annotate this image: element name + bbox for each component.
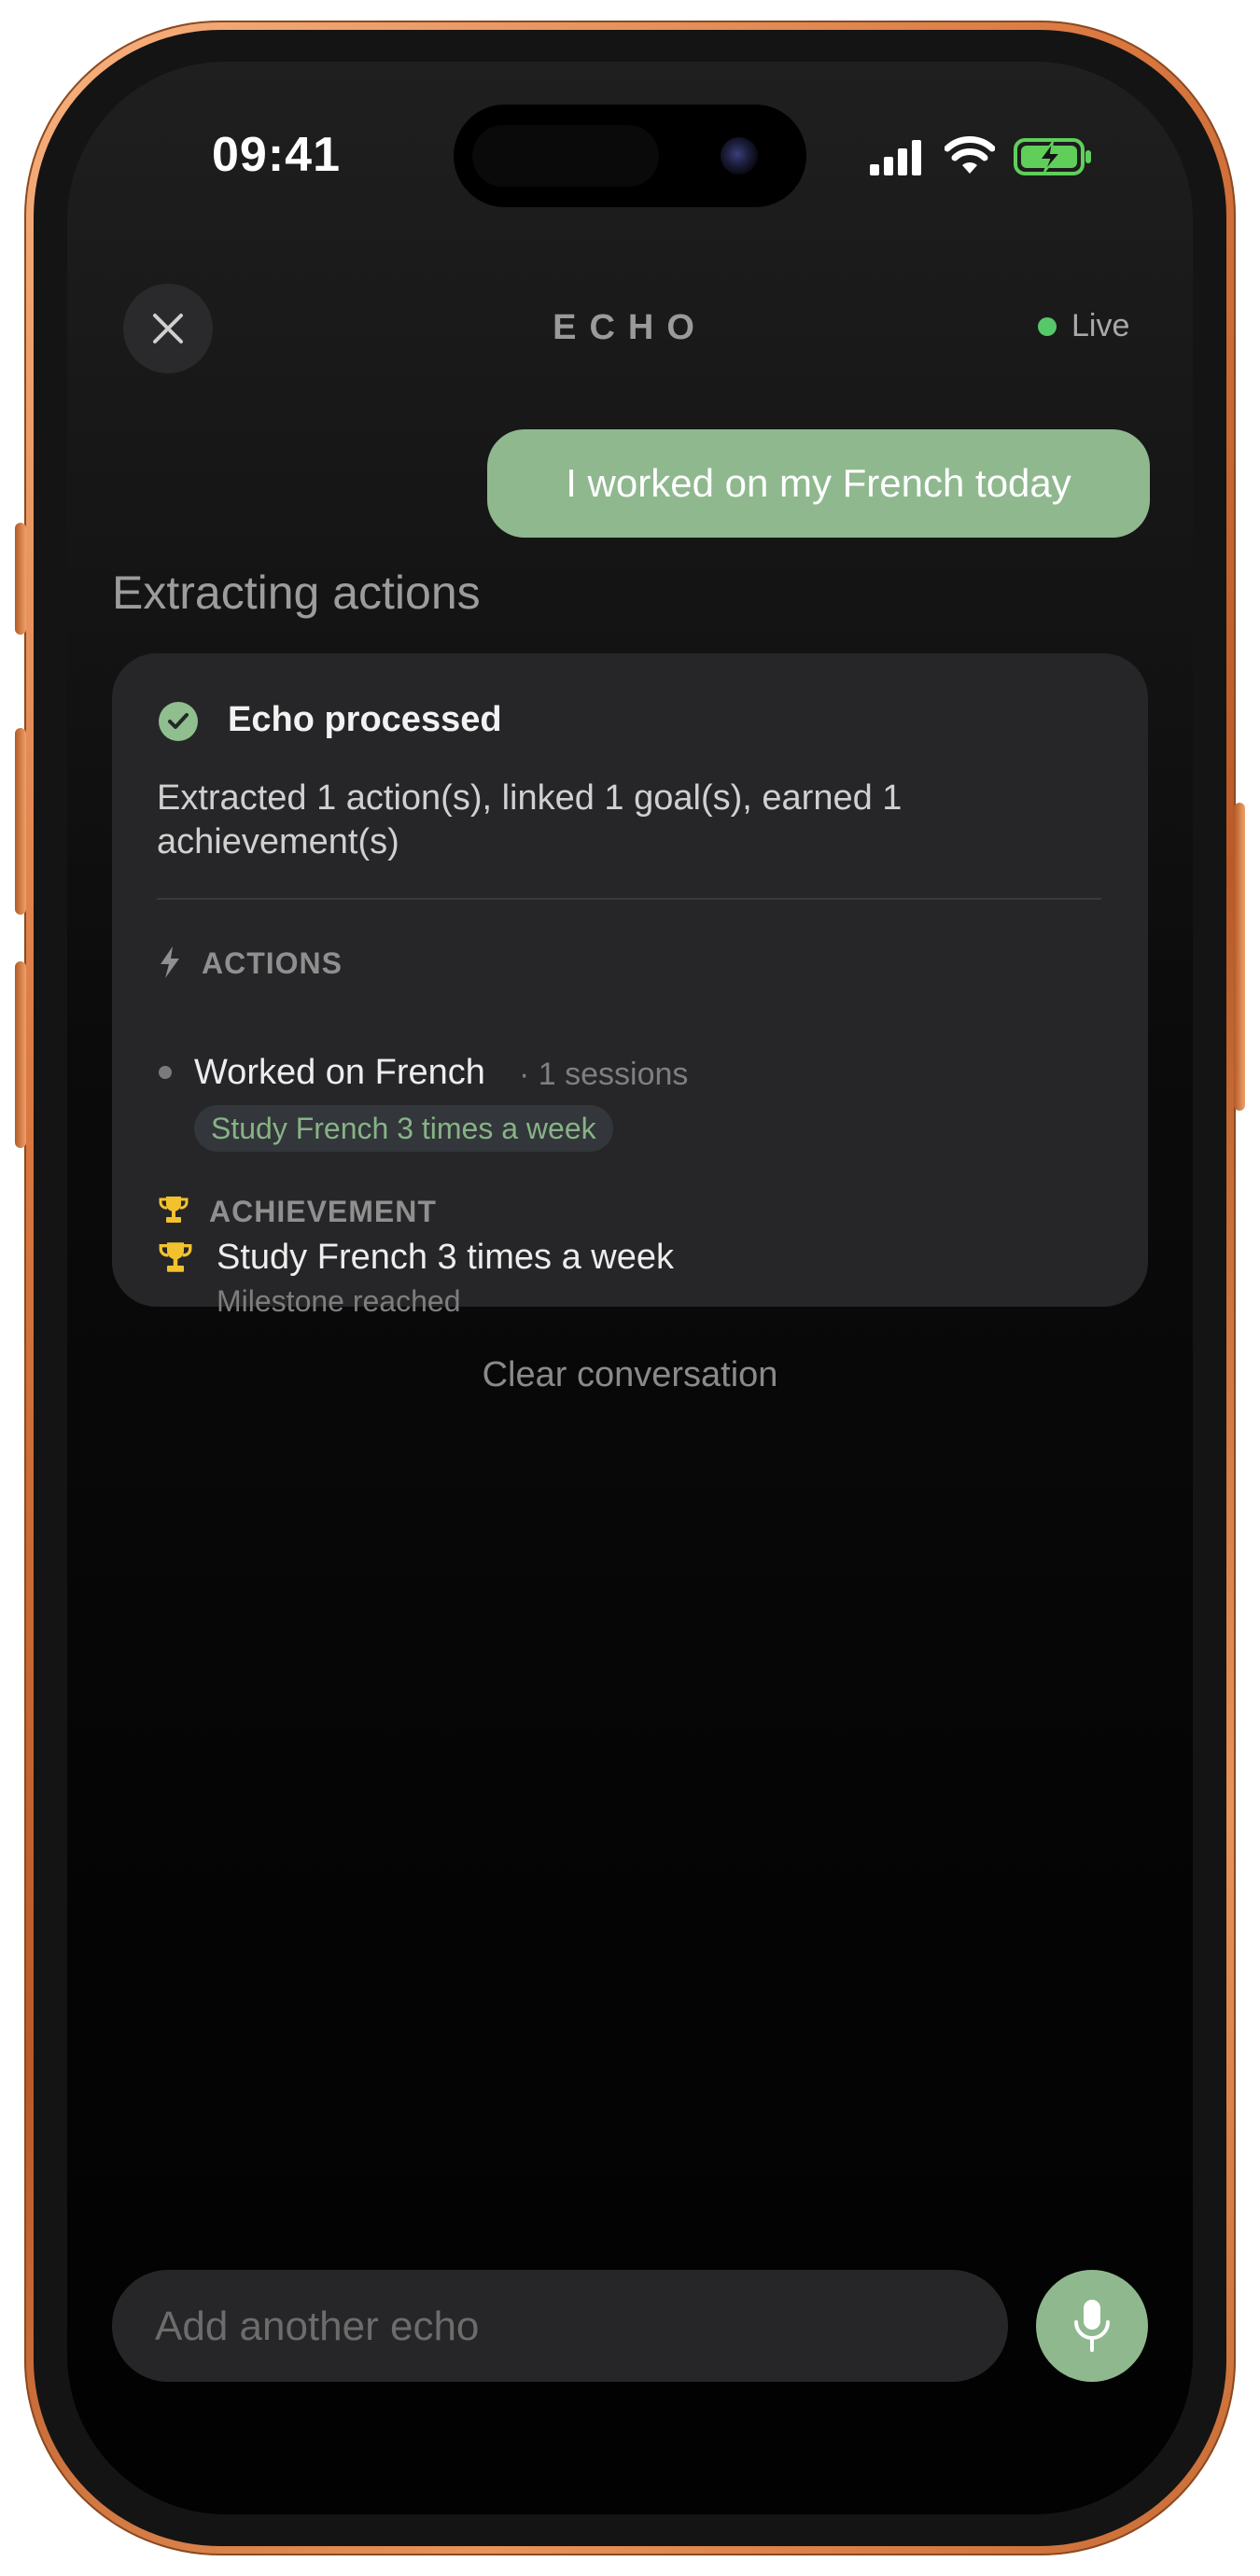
island-pill bbox=[472, 125, 659, 187]
app-screen: 09:41 ECHO Live I worked on my French to… bbox=[67, 62, 1193, 2514]
achievement-section-label: ACHIEVEMENT bbox=[209, 1195, 437, 1228]
live-dot-icon bbox=[1038, 316, 1057, 336]
live-indicator: Live bbox=[1038, 308, 1129, 344]
action-item-meta: · 1 sessions bbox=[519, 1057, 689, 1092]
volume-down-button bbox=[15, 961, 26, 1148]
clear-conversation-button[interactable]: Clear conversation bbox=[67, 1355, 1193, 1395]
close-icon bbox=[153, 314, 183, 343]
action-item-name: Worked on French bbox=[194, 1053, 485, 1092]
signal-icon bbox=[870, 140, 921, 175]
lightning-icon bbox=[161, 946, 179, 978]
front-camera-icon bbox=[721, 137, 758, 175]
processing-status: Extracting actions bbox=[112, 567, 481, 619]
card-summary: Extracted 1 action(s), linked 1 goal(s),… bbox=[157, 778, 903, 861]
echo-input[interactable] bbox=[153, 2270, 978, 2384]
check-circle-icon bbox=[159, 702, 198, 741]
composer bbox=[112, 2270, 1008, 2384]
actions-section-label: ACTIONS bbox=[202, 946, 343, 980]
bullet-dot bbox=[159, 1066, 172, 1079]
power-button bbox=[1234, 803, 1245, 1111]
wifi-icon bbox=[945, 136, 995, 174]
trophy-icon bbox=[159, 1197, 189, 1223]
achievement-subtitle: Milestone reached bbox=[217, 1284, 461, 1318]
status-time: 09:41 bbox=[212, 128, 341, 182]
trophy-icon bbox=[159, 1242, 192, 1272]
battery-charging-icon bbox=[1014, 138, 1091, 175]
volume-up-button bbox=[15, 728, 26, 915]
mic-button[interactable] bbox=[1036, 2270, 1148, 2382]
dynamic-island bbox=[454, 105, 806, 207]
linked-goal-chip[interactable]: Study French 3 times a week bbox=[194, 1105, 613, 1152]
user-message-bubble: I worked on my French today bbox=[487, 429, 1150, 538]
card-divider bbox=[157, 898, 1101, 900]
action-button bbox=[15, 523, 26, 635]
live-label: Live bbox=[1071, 308, 1130, 343]
echo-result-card: Echo processed Extracted 1 action(s), li… bbox=[112, 653, 1148, 1318]
page-title: ECHO bbox=[553, 308, 707, 347]
card-title: Echo processed bbox=[228, 700, 502, 739]
close-button[interactable] bbox=[123, 284, 213, 373]
microphone-icon bbox=[1074, 2300, 1110, 2352]
achievement-name: Study French 3 times a week bbox=[217, 1238, 674, 1277]
status-icons bbox=[870, 133, 1113, 185]
